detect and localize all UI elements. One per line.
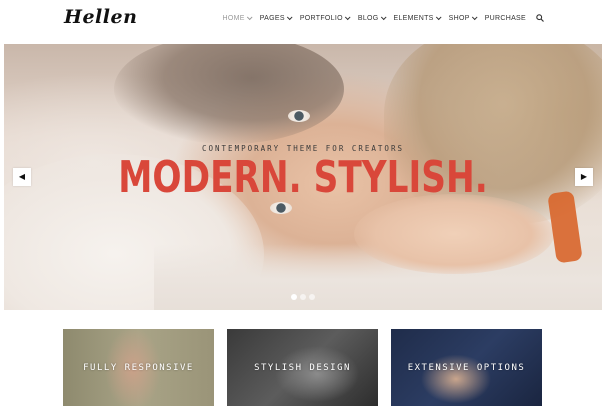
nav-item-blog[interactable]: BLOG [357, 14, 387, 22]
feature-cards: FULLY RESPONSIVE STYLISH DESIGN EXTENSIV… [63, 329, 543, 406]
hero-slider: CONTEMPORARY THEME FOR CREATORS MODERN. … [4, 44, 602, 310]
nav-label: SHOP [448, 14, 470, 22]
nav-label: PAGES [259, 14, 285, 22]
chevron-down-icon [286, 14, 293, 21]
feature-card-label: EXTENSIVE OPTIONS [407, 362, 526, 373]
hero-title: MODERN. STYLISH. [118, 152, 488, 203]
nav-item-home[interactable]: HOME [222, 14, 253, 22]
nav-item-pages[interactable]: PAGES [259, 14, 293, 22]
chevron-down-icon [380, 14, 387, 21]
chevron-left-icon: ◀ [18, 172, 26, 181]
chevron-down-icon [246, 14, 253, 21]
nav-label: HOME [222, 14, 245, 22]
feature-card-label: STYLISH DESIGN [254, 362, 351, 373]
nav-label: ELEMENTS [393, 14, 434, 22]
site-header: Hellen HOME PAGES PORTFOLIO BLOG ELEMENT… [0, 0, 606, 42]
hero-image-eye [270, 202, 292, 214]
feature-card-options[interactable]: EXTENSIVE OPTIONS [391, 329, 542, 406]
nav-label: PORTFOLIO [299, 14, 343, 22]
chevron-right-icon: ▶ [580, 172, 588, 181]
hero-image-eye [288, 110, 310, 122]
chevron-down-icon [344, 14, 351, 21]
feature-card-design[interactable]: STYLISH DESIGN [227, 329, 378, 406]
hero-image-hand [354, 194, 554, 274]
slider-dot-2[interactable] [300, 294, 306, 300]
chevron-down-icon [471, 14, 478, 21]
nav-item-portfolio[interactable]: PORTFOLIO [299, 14, 351, 22]
hero-image-hair [114, 44, 344, 144]
slider-pagination [4, 294, 602, 300]
slider-prev-button[interactable]: ◀ [13, 168, 31, 186]
chevron-down-icon [435, 14, 442, 21]
slider-next-button[interactable]: ▶ [575, 168, 593, 186]
feature-card-label: FULLY RESPONSIVE [83, 362, 194, 373]
slider-dot-3[interactable] [309, 294, 315, 300]
site-logo[interactable]: Hellen [64, 6, 137, 28]
nav-item-elements[interactable]: ELEMENTS [393, 14, 442, 22]
nav-item-purchase[interactable]: PURCHASE [485, 15, 526, 22]
main-nav: HOME PAGES PORTFOLIO BLOG ELEMENTS SHOP … [214, 14, 544, 22]
nav-label: BLOG [357, 14, 379, 22]
slider-dot-1[interactable] [291, 294, 297, 300]
nav-label: PURCHASE [484, 14, 526, 22]
search-icon[interactable] [536, 14, 544, 22]
nav-item-shop[interactable]: SHOP [448, 14, 478, 22]
feature-card-responsive[interactable]: FULLY RESPONSIVE [63, 329, 214, 406]
